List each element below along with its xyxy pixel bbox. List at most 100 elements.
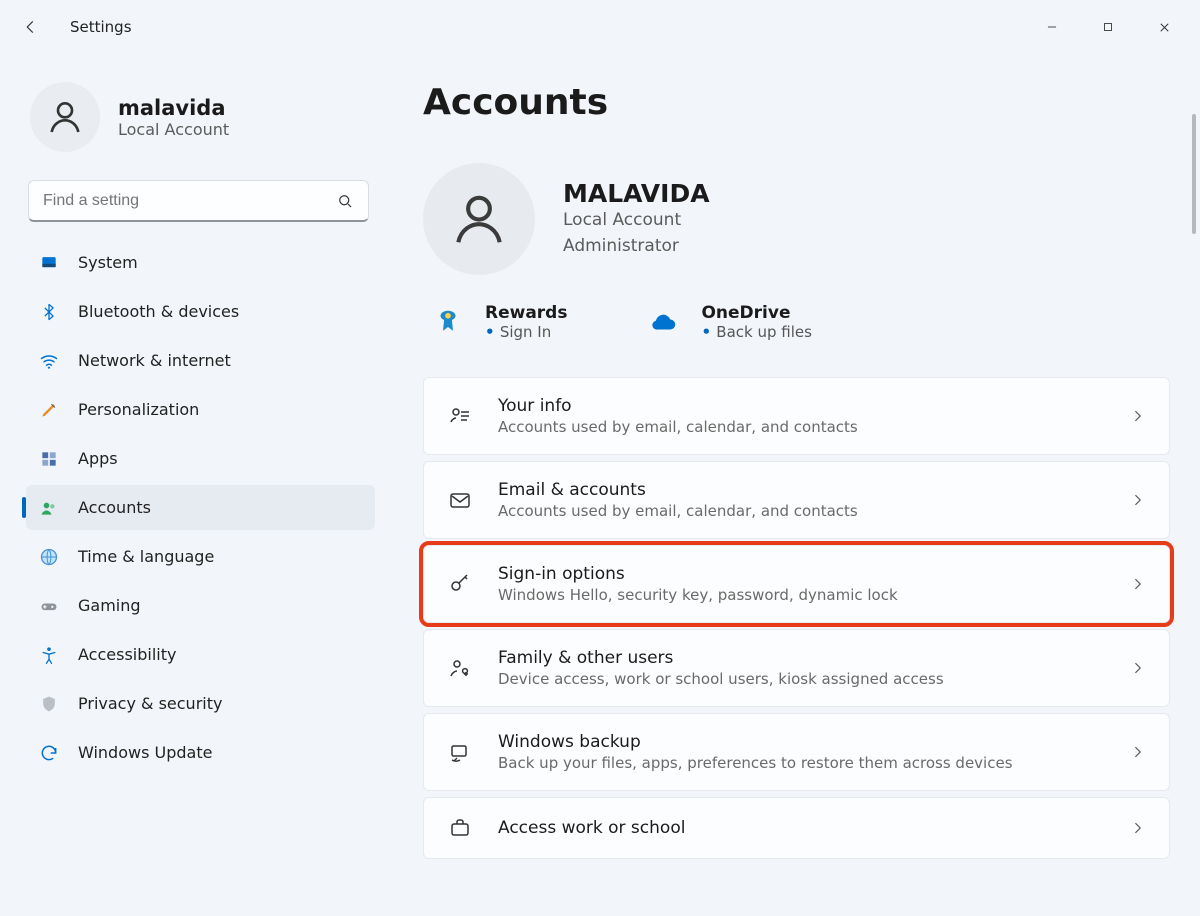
rewards-icon [433,307,463,337]
bluetooth-icon [39,302,59,322]
card-family[interactable]: Family & other users Device access, work … [423,629,1170,707]
backup-icon [448,740,472,764]
account-hero: MALAVIDA Local Account Administrator [423,163,1170,275]
back-icon [22,18,40,36]
search-input[interactable] [43,192,336,210]
nav-item-system[interactable]: System [26,240,375,285]
card-email[interactable]: Email & accounts Accounts used by email, … [423,461,1170,539]
nav-item-gaming[interactable]: Gaming [26,583,375,628]
nav-item-label: Windows Update [78,743,212,762]
mail-icon [448,488,472,512]
search-box[interactable] [28,180,369,222]
card-sub: Back up your files, apps, preferences to… [498,754,1105,772]
apps-icon [39,449,59,469]
brush-icon [39,400,59,420]
nav-item-network[interactable]: Network & internet [26,338,375,383]
briefcase-icon [448,816,472,840]
card-sub: Windows Hello, security key, password, d… [498,586,1105,604]
window-title: Settings [70,18,132,36]
scrollbar-thumb[interactable] [1192,114,1196,234]
nav-item-label: Time & language [78,547,214,566]
back-button[interactable] [22,18,52,36]
wifi-icon [39,351,59,371]
close-icon [1157,20,1172,35]
card-sub: Accounts used by email, calendar, and co… [498,502,1105,520]
cloud-icon [649,307,679,337]
card-your-info[interactable]: Your info Accounts used by email, calenda… [423,377,1170,455]
hero-role: Administrator [563,234,710,260]
card-title: Access work or school [498,818,1105,838]
accessibility-icon [39,645,59,665]
nav-item-accounts[interactable]: Accounts [26,485,375,530]
chevron-right-icon [1129,407,1147,425]
chevron-right-icon [1129,659,1147,677]
minimize-button[interactable] [1024,6,1080,48]
gamepad-icon [39,596,59,616]
nav-item-bluetooth[interactable]: Bluetooth & devices [26,289,375,334]
tile-title: Rewards [485,303,567,323]
your-info-icon [448,404,472,428]
nav-item-label: Personalization [78,400,199,419]
chevron-right-icon [1129,575,1147,593]
nav-item-label: Privacy & security [78,694,222,713]
tile-title: OneDrive [701,303,811,323]
nav-list: System Bluetooth & devices Network & inter… [22,240,375,775]
card-title: Email & accounts [498,480,1105,500]
maximize-button[interactable] [1080,6,1136,48]
card-signin[interactable]: Sign-in options Windows Hello, security k… [423,545,1170,623]
nav-item-label: System [78,253,138,272]
chevron-right-icon [1129,819,1147,837]
avatar [30,82,100,152]
family-icon [448,656,472,680]
nav-item-apps[interactable]: Apps [26,436,375,481]
maximize-icon [1101,20,1115,34]
shield-icon [39,694,59,714]
nav-item-personalization[interactable]: Personalization [26,387,375,432]
card-sub: Device access, work or school users, kio… [498,670,1105,688]
nav-item-label: Accounts [78,498,151,517]
update-icon [39,743,59,763]
nav-item-label: Bluetooth & devices [78,302,239,321]
card-title: Your info [498,396,1105,416]
hero-avatar [423,163,535,275]
tile-rewards[interactable]: RewardsSign In [431,303,567,341]
card-sub: Accounts used by email, calendar, and co… [498,418,1105,436]
nav-item-privacy[interactable]: Privacy & security [26,681,375,726]
chevron-right-icon [1129,743,1147,761]
settings-cards: Your info Accounts used by email, calenda… [423,377,1170,859]
content-panel: Accounts MALAVIDA Local Account Administ… [395,54,1200,916]
card-work[interactable]: Access work or school [423,797,1170,859]
minimize-icon [1045,20,1059,34]
hero-name: MALAVIDA [563,179,710,208]
globe-icon [39,547,59,567]
chevron-right-icon [1129,491,1147,509]
nav-item-accessibility[interactable]: Accessibility [26,632,375,677]
sidebar-user[interactable]: malavida Local Account [22,82,375,152]
search-icon [336,192,354,210]
close-button[interactable] [1136,6,1192,48]
nav-item-label: Network & internet [78,351,231,370]
card-title: Windows backup [498,732,1105,752]
title-bar: Settings [0,0,1200,54]
card-title: Sign-in options [498,564,1105,584]
tiles-row: RewardsSign In OneDriveBack up files [423,303,1170,341]
card-backup[interactable]: Windows backup Back up your files, apps, … [423,713,1170,791]
card-title: Family & other users [498,648,1105,668]
tile-sub: Back up files [701,323,811,341]
person-icon [448,188,510,250]
sidebar-user-name: malavida [118,96,229,120]
tile-onedrive[interactable]: OneDriveBack up files [647,303,811,341]
nav-item-label: Gaming [78,596,141,615]
tile-sub: Sign In [485,323,567,341]
key-icon [448,572,472,596]
accounts-icon [39,498,59,518]
hero-account-type: Local Account [563,208,710,234]
system-icon [39,253,59,273]
nav-item-label: Apps [78,449,118,468]
nav-item-time[interactable]: Time & language [26,534,375,579]
page-title: Accounts [423,82,1170,123]
nav-item-update[interactable]: Windows Update [26,730,375,775]
sidebar-user-type: Local Account [118,120,229,139]
sidebar: malavida Local Account System Bluetooth &… [0,54,395,916]
person-icon [45,97,85,137]
